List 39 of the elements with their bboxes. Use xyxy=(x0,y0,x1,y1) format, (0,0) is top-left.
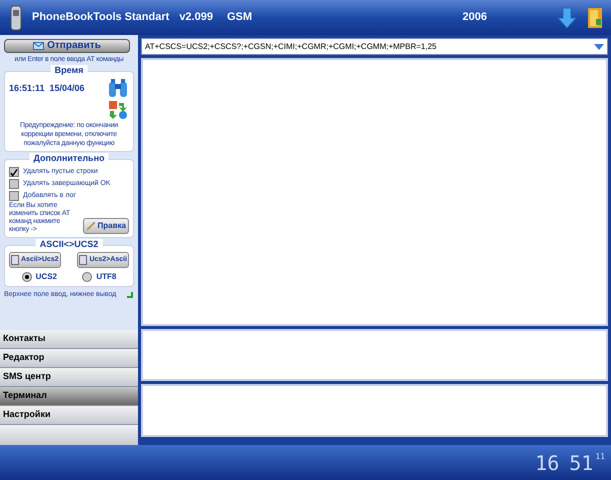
phone-icon xyxy=(10,4,22,30)
group-title: ASCII<>UCS2 xyxy=(36,239,102,250)
exit-door-icon[interactable] xyxy=(587,6,603,28)
input-area[interactable] xyxy=(141,58,608,326)
send-button[interactable]: Отправить xyxy=(4,39,130,53)
version-label: v2.099 xyxy=(179,10,213,26)
time-value: 16:51:11 15/04/06 xyxy=(9,82,85,95)
clock-minutes: 51 xyxy=(569,452,594,472)
command-text: AT+CSCS=UCS2;+CSCS?;+CGSN;+CIMI;+CGMR;+CGMI;+CGMM;+MPBR=1,25 xyxy=(145,40,438,52)
document-icon xyxy=(11,255,19,265)
mode-label: GSM xyxy=(226,10,252,26)
radio-button[interactable] xyxy=(22,272,32,282)
nav-item[interactable]: Редактор xyxy=(0,349,138,368)
group-title: Время xyxy=(50,65,88,76)
mail-icon xyxy=(33,42,44,50)
group-title: Дополнительно xyxy=(30,153,108,164)
dropdown-icon[interactable] xyxy=(594,42,604,50)
nav-item[interactable]: Терминал xyxy=(0,387,138,406)
nav-item[interactable]: SMS центр xyxy=(0,368,138,387)
download-icon[interactable] xyxy=(557,6,577,28)
edit-button[interactable]: Правка xyxy=(82,218,129,234)
year-label: 2006 xyxy=(462,10,487,26)
radio-label: UTF8 xyxy=(96,271,116,283)
document-icon xyxy=(79,255,88,265)
radio-label: UCS2 xyxy=(36,271,57,283)
app-title: PhoneBookTools Standart xyxy=(32,10,170,26)
arrow-icon xyxy=(124,289,134,299)
pencil-icon xyxy=(86,221,96,231)
nav-item[interactable]: Контакты xyxy=(0,330,138,349)
clock-hours: 16 xyxy=(535,452,560,472)
nav-item[interactable]: Настройки xyxy=(0,406,138,425)
sync-icon[interactable] xyxy=(108,100,128,120)
radio-button[interactable] xyxy=(82,272,92,282)
binoculars-icon[interactable] xyxy=(107,78,129,98)
checkbox[interactable] xyxy=(9,191,19,201)
checkbox[interactable] xyxy=(9,179,19,189)
command-field[interactable]: AT+CSCS=UCS2;+CSCS?;+CGSN;+CIMI;+CGMR;+CGMI;+CGMM;+MPBR=1,25 xyxy=(141,38,608,55)
checkbox[interactable] xyxy=(9,167,19,177)
clock-seconds: 11 xyxy=(595,451,605,461)
